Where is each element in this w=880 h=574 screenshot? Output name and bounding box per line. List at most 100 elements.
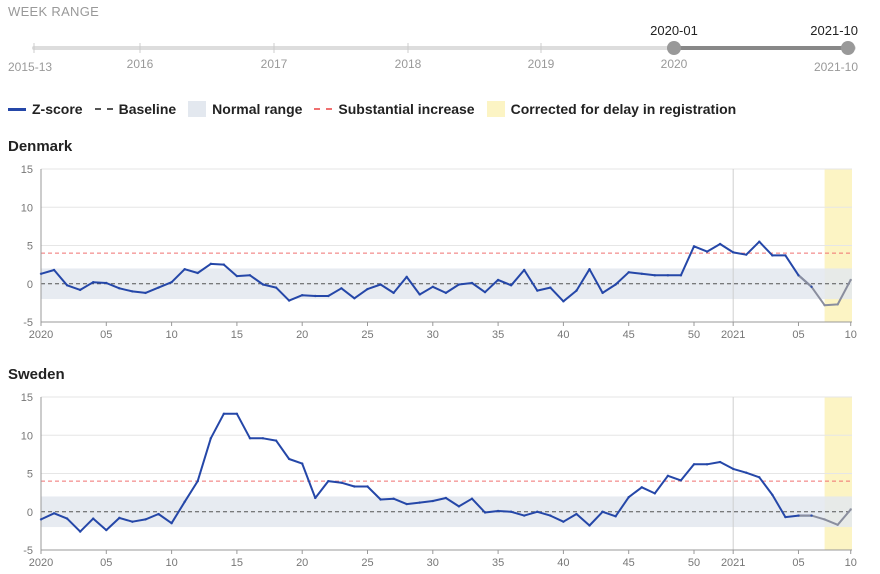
zscore-point (392, 497, 395, 500)
zscore-point (327, 479, 330, 483)
range-start-label: 2015-13 (8, 60, 52, 74)
zscore-point (836, 303, 839, 306)
zscore-point (653, 274, 657, 277)
range-end-handle[interactable] (841, 41, 855, 55)
corrected-swatch-icon (486, 101, 505, 117)
zscore-point (287, 457, 291, 461)
zscore-point (575, 512, 578, 516)
zscore-point (157, 286, 160, 289)
zscore-point (353, 297, 356, 300)
zscore-point (731, 251, 735, 254)
zscore-point (170, 281, 173, 284)
x-tick-label: 30 (427, 329, 439, 341)
x-tick-label: 25 (361, 329, 373, 341)
zscore-point (836, 523, 839, 526)
chart-title-sweden: Sweden (8, 366, 65, 383)
zscore-point (92, 517, 95, 520)
zscore-point (248, 437, 252, 440)
y-tick-label: 10 (21, 430, 33, 442)
legend-item-zscore[interactable]: Z-score (8, 101, 83, 117)
legend-item-corrected[interactable]: Corrected for delay in registration (486, 101, 737, 117)
baseline-swatch-icon (94, 108, 113, 110)
zscore-point (758, 240, 761, 243)
zscore-point (588, 268, 591, 271)
zscore-point (549, 514, 552, 517)
zscore-point (679, 274, 683, 277)
zscore-point (745, 471, 748, 474)
zscore-point (666, 274, 670, 277)
x-tick-label: 20 (296, 557, 308, 569)
y-tick-label: 5 (27, 241, 33, 253)
zscore-point (353, 485, 356, 488)
zscore-point (758, 476, 761, 479)
range-selected-end-label: 2021-10 (810, 23, 858, 38)
normal-range-swatch-icon (188, 101, 207, 117)
zscore-point (797, 274, 800, 277)
zscore-point (392, 291, 395, 295)
zscore-point (131, 290, 134, 293)
x-tick-label: 15 (231, 557, 243, 569)
zscore-point (118, 516, 121, 520)
zscore-point (144, 518, 147, 521)
zscore-point (496, 509, 500, 513)
range-year-label: 2018 (395, 57, 422, 71)
zscore-point (640, 272, 643, 276)
legend-corrected-label: Corrected for delay in registration (510, 101, 737, 117)
zscore-point (366, 485, 369, 488)
x-tick-label: 05 (792, 557, 804, 569)
x-tick-label: 35 (492, 557, 504, 569)
zscore-point (562, 520, 565, 523)
zscore-point (483, 290, 487, 294)
zscore-point (261, 437, 265, 440)
zscore-point (196, 271, 199, 275)
zscore-point (536, 510, 539, 513)
x-tick-label: 45 (623, 557, 635, 569)
zscore-point (78, 530, 82, 533)
zscore-point (614, 515, 617, 518)
legend-item-substantial-increase[interactable]: Substantial increase (314, 101, 475, 117)
zscore-point (261, 283, 265, 286)
zscore-point (248, 274, 252, 277)
zscore-point (549, 286, 552, 289)
zscore-point (718, 242, 722, 246)
zscore-point (562, 300, 565, 303)
zscore-point (235, 274, 239, 278)
zscore-point (431, 285, 434, 289)
zscore-point (849, 508, 852, 511)
zscore-point (614, 283, 617, 286)
x-tick-label: 2021 (721, 557, 745, 569)
x-tick-label: 15 (231, 329, 243, 341)
range-selected-start-label: 2020-01 (650, 23, 698, 38)
zscore-point (39, 518, 43, 521)
zscore-point (575, 289, 578, 292)
legend-item-normal-range[interactable]: Normal range (188, 101, 302, 117)
x-tick-label: 40 (557, 557, 569, 569)
zscore-point (509, 284, 513, 287)
week-range-slider[interactable]: 2015-13 2016 2017 2018 2019 2020 2021-10… (0, 20, 880, 80)
x-tick-label: 05 (100, 329, 112, 341)
zscore-point (131, 520, 134, 523)
range-start-handle[interactable] (667, 41, 681, 55)
x-tick-label: 05 (100, 557, 112, 569)
zscore-point (810, 514, 813, 517)
legend-baseline-label: Baseline (118, 101, 177, 117)
zscore-point (65, 284, 69, 287)
zscore-point (692, 463, 696, 466)
zscore-point (457, 283, 461, 286)
zscore-point (314, 496, 317, 500)
zscore-point (105, 528, 108, 532)
substantial-increase-swatch-icon (314, 108, 333, 110)
zscore-point (314, 294, 317, 298)
range-year-label: 2017 (261, 57, 288, 71)
zscore-point (366, 287, 369, 291)
legend-item-baseline[interactable]: Baseline (94, 101, 177, 117)
zscore-point (666, 474, 670, 477)
zscore-point (810, 285, 813, 289)
zscore-point (431, 499, 434, 503)
zscore-point (209, 437, 212, 440)
zscore-point (444, 496, 448, 500)
zscore-point (679, 479, 683, 482)
zscore-point (692, 245, 696, 248)
zscore-point (105, 281, 108, 285)
legend-zscore-label: Z-score (32, 101, 83, 117)
